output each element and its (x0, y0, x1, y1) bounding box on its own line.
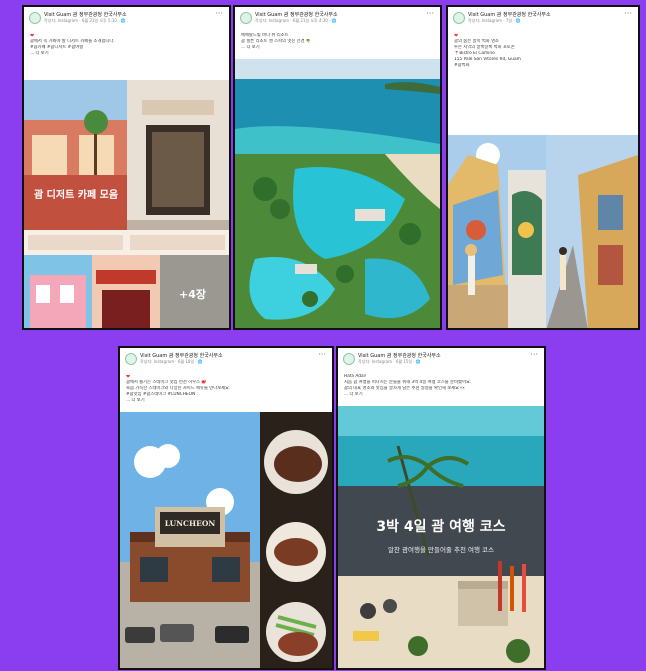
avatar[interactable] (343, 353, 355, 365)
more-options-icon[interactable]: ··· (215, 9, 223, 18)
more-photos-count: +4장 (179, 287, 206, 301)
author-name[interactable]: Visit Guam 괌 정부관광청 한국사무소 (140, 352, 223, 359)
author-name[interactable]: Visit Guam 괌 정부관광청 한국사무소 (468, 11, 551, 18)
see-more-link[interactable]: ... 더 보기 (241, 45, 434, 51)
see-more-link[interactable]: ... 더 보기 (30, 51, 223, 57)
post-text: Hafa Adai! 처음 괌 여행을 떠나시는 분들을 위해 3박 4일 여행… (338, 374, 544, 398)
cafe-collage-image: 괌 디저트 카페 모음 +4장 (24, 80, 229, 328)
author-name[interactable]: Visit Guam 괌 정부관광청 한국사무소 (44, 11, 127, 18)
see-more-link[interactable]: ... 더 보기 (126, 398, 326, 404)
post-image[interactable] (235, 59, 440, 328)
post-card-5[interactable]: Visit Guam 괌 정부관광청 한국사무소 작성자: Instagram … (336, 346, 546, 670)
post-text: ❤ 괌에서 꼭 가봐야 할 디저트 카페를 소개합니다. #괌카페 #괌디저트 … (24, 33, 229, 57)
post-header: Visit Guam 괌 정부관광청 한국사무소 작성자: Instagram … (235, 7, 440, 33)
more-options-icon[interactable]: ··· (426, 9, 434, 18)
avatar[interactable] (453, 12, 465, 24)
post-meta: 작성자: Instagram · 6월 15일 · 🌐 (358, 359, 421, 364)
post-image[interactable] (448, 135, 638, 328)
see-more-link[interactable]: ... 더 보기 (344, 392, 538, 398)
avatar[interactable] (125, 353, 137, 365)
author-name[interactable]: Visit Guam 괌 정부관광청 한국사무소 (255, 11, 338, 18)
post-header: Visit Guam 괌 정부관광청 한국사무소 작성자: Instagram … (338, 348, 544, 374)
mural-street-image (448, 135, 638, 328)
steakhouse-collage-image: LUNCHEON (120, 412, 332, 668)
post-meta: 작성자: Instagram · 6월 18일 · 🌐 (140, 359, 203, 364)
post-meta: 작성자: Instagram · 6월 21일 오후 5:10 · 🌐 (44, 18, 126, 23)
resort-aerial-image (235, 59, 440, 328)
post-text: ❤ 괌에서 즐기는 스테이크 맛집 런천 하우스 🥩 육즙 가득한 스테이크와 … (120, 374, 332, 404)
beach-course-image: 3박 4일 괌 여행 코스 알찬 괌여행을 만들어줄 추천 여행 코스 (338, 406, 544, 668)
post-card-4[interactable]: Visit Guam 괌 정부관광청 한국사무소 작성자: Instagram … (118, 346, 334, 670)
post-meta: 작성자: Instagram · 7일 · 🌐 (468, 18, 521, 23)
post-text: 에메랄드빛 바다 위 리조트 괌 힐튼 리조트 앤 스파의 멋진 전경 🌴 ..… (235, 33, 440, 51)
course-title: 3박 4일 괌 여행 코스 (376, 518, 505, 535)
avatar[interactable] (240, 12, 252, 24)
author-name[interactable]: Visit Guam 괌 정부관광청 한국사무소 (358, 352, 441, 359)
collage-title: 괌 디저트 카페 모음 (34, 188, 118, 201)
post-header: Visit Guam 괌 정부관광청 한국사무소 작성자: Instagram … (448, 7, 638, 33)
restaurant-sign: LUNCHEON (165, 519, 216, 528)
post-header: Visit Guam 괌 정부관광청 한국사무소 작성자: Instagram … (120, 348, 332, 374)
post-meta: 작성자: Instagram · 6월 21일 오후 4:30 · 🌐 (255, 18, 337, 23)
post-image-collage[interactable]: 괌 디저트 카페 모음 +4장 (24, 80, 229, 328)
hashtag-link[interactable]: #괌벽화 (454, 63, 632, 69)
more-options-icon[interactable]: ··· (530, 350, 538, 359)
post-text: ❤ 괌의 숨은 골목 벽화 명소 투몬 지역의 알록달록 벽화 포토존 📍Bis… (448, 33, 638, 69)
post-image-collage[interactable]: LUNCHEON (120, 412, 332, 668)
more-options-icon[interactable]: ··· (624, 9, 632, 18)
more-options-icon[interactable]: ··· (318, 350, 326, 359)
post-card-1[interactable]: Visit Guam 괌 정부관광청 한국사무소 작성자: Instagram … (22, 5, 231, 330)
post-image[interactable]: 3박 4일 괌 여행 코스 알찬 괌여행을 만들어줄 추천 여행 코스 (338, 406, 544, 668)
avatar[interactable] (29, 12, 41, 24)
post-card-2[interactable]: Visit Guam 괌 정부관광청 한국사무소 작성자: Instagram … (233, 5, 442, 330)
course-subtitle: 알찬 괌여행을 만들어줄 추천 여행 코스 (388, 545, 494, 554)
post-header: Visit Guam 괌 정부관광청 한국사무소 작성자: Instagram … (24, 7, 229, 33)
post-card-3[interactable]: Visit Guam 괌 정부관광청 한국사무소 작성자: Instagram … (446, 5, 640, 330)
